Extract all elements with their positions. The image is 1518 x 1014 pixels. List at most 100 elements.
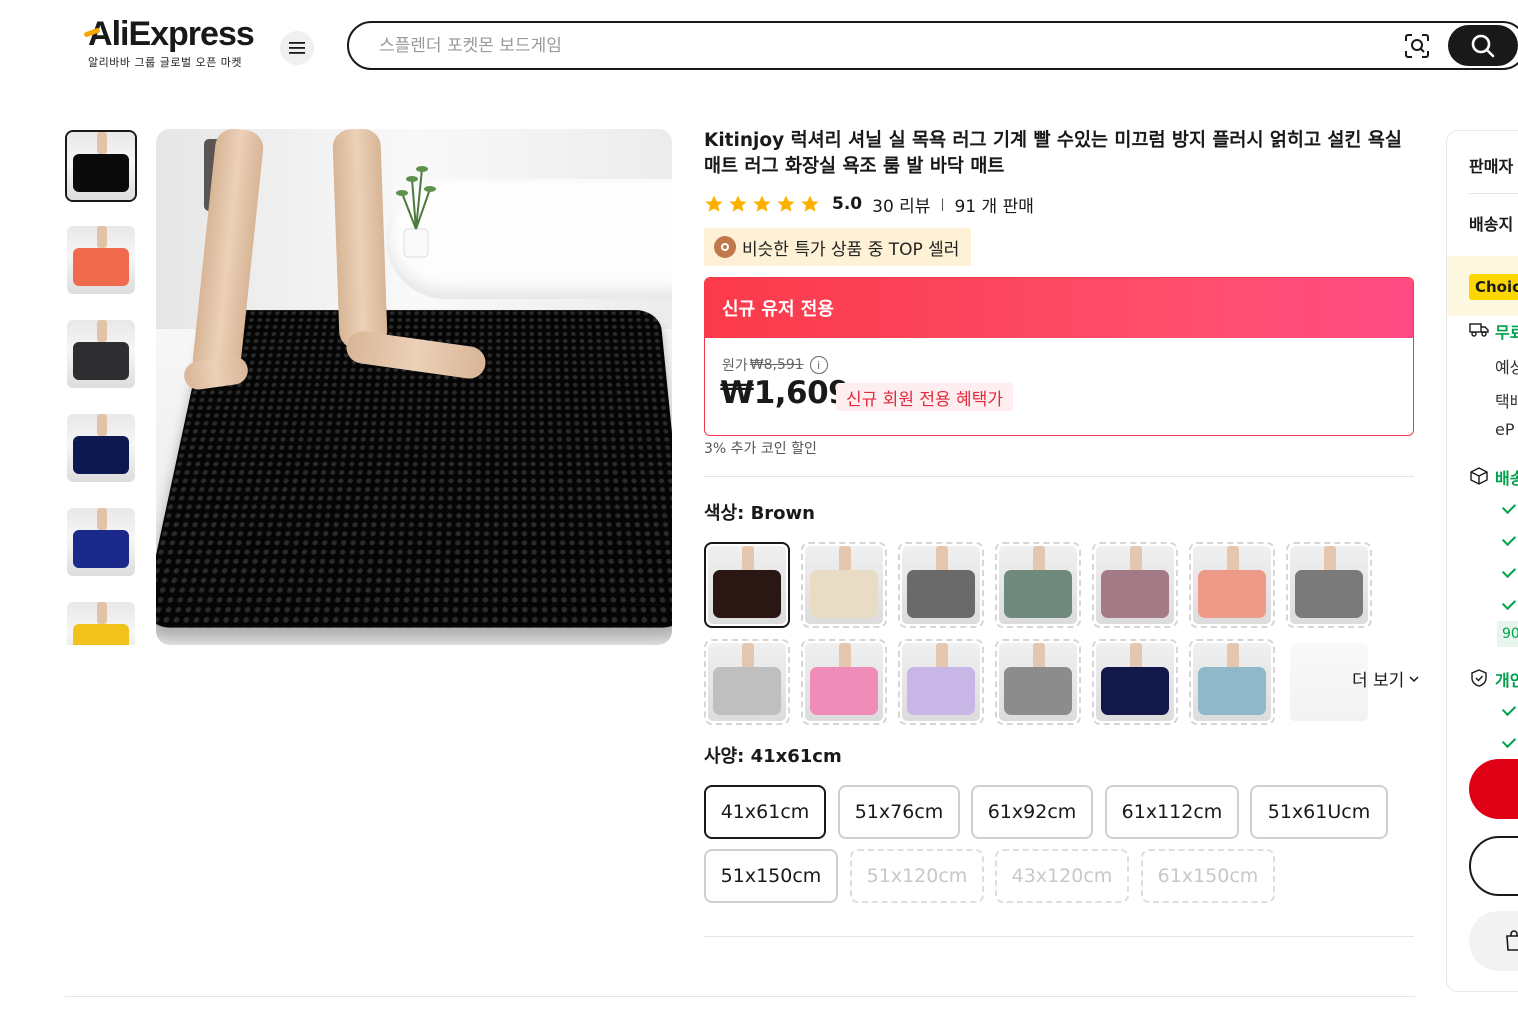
mat-graphic xyxy=(73,342,129,380)
mat-graphic xyxy=(73,624,129,645)
mat-graphic xyxy=(73,248,129,286)
mat-graphic xyxy=(1198,667,1266,715)
image-search-icon[interactable] xyxy=(1403,32,1431,60)
thumbnail-list xyxy=(65,130,139,645)
courier-text: 택배 xyxy=(1495,392,1518,411)
more-label: 더 보기 xyxy=(1352,671,1405,691)
color-swatch-11[interactable] xyxy=(995,639,1081,725)
thumbnail-2[interactable] xyxy=(65,224,137,296)
color-swatch-5[interactable] xyxy=(1092,542,1178,628)
mat-graphic xyxy=(73,530,129,568)
leg-graphic xyxy=(97,320,107,342)
mat-graphic xyxy=(810,667,878,715)
star-icon xyxy=(801,195,819,212)
top-seller-badge: 비슷한 특가 상품 중 TOP 셀러 xyxy=(704,228,972,266)
rating-stars xyxy=(704,194,820,214)
color-swatch-12[interactable] xyxy=(1092,639,1178,725)
color-swatch-8[interactable] xyxy=(704,639,790,725)
size-option-3[interactable]: 61x92cm xyxy=(971,785,1093,839)
size-option-label: 61x92cm xyxy=(987,801,1077,823)
leg-graphic-right xyxy=(332,129,388,350)
size-option-6[interactable]: 51x150cm xyxy=(704,849,838,903)
thumbnail-4[interactable] xyxy=(65,412,137,484)
logo-text: AliExpress xyxy=(83,15,258,53)
shield-icon xyxy=(1471,669,1487,687)
mat-graphic xyxy=(73,154,129,192)
size-option-label: 43x120cm xyxy=(1011,865,1113,887)
seller-row[interactable]: 판매자 xyxy=(1469,153,1513,177)
menu-button[interactable] xyxy=(280,31,314,65)
leg-graphic xyxy=(742,546,754,572)
search-input[interactable] xyxy=(379,23,1379,68)
star-icon xyxy=(753,195,771,212)
add-to-cart-button[interactable] xyxy=(1469,836,1518,896)
bottom-divider xyxy=(65,996,1415,997)
logo-accent: A xyxy=(83,15,113,53)
truck-icon xyxy=(1469,323,1489,337)
epacket-text: eP xyxy=(1495,420,1515,439)
thumbnail-3[interactable] xyxy=(65,318,137,390)
size-option-1[interactable]: 41x61cm xyxy=(704,785,826,839)
color-swatch-3[interactable] xyxy=(898,542,984,628)
aliexpress-logo[interactable]: AliExpress 알리바바 그룹 글로벌 오픈 마켓 xyxy=(83,15,258,70)
spec-label: 사양: 41x61cm xyxy=(704,746,842,767)
rating-value: 5.0 xyxy=(832,194,863,214)
star-icon xyxy=(777,195,795,212)
divider xyxy=(704,936,1414,937)
color-swatch-7[interactable] xyxy=(1286,542,1372,628)
mat-graphic xyxy=(1101,570,1169,618)
leg-graphic xyxy=(1033,643,1045,669)
leg-graphic xyxy=(97,226,107,248)
leg-graphic xyxy=(1130,643,1142,669)
size-option-9: 61x150cm xyxy=(1141,849,1275,903)
color-swatch-4[interactable] xyxy=(995,542,1081,628)
size-option-2[interactable]: 51x76cm xyxy=(838,785,960,839)
color-swatch-9[interactable] xyxy=(801,639,887,725)
size-option-label: 61x112cm xyxy=(1121,801,1223,823)
star-icon xyxy=(705,195,723,212)
main-product-image[interactable] xyxy=(156,129,672,645)
leg-graphic xyxy=(839,546,851,572)
buy-now-button[interactable] xyxy=(1469,759,1518,819)
delivery-badge: 90 xyxy=(1497,621,1518,647)
review-count[interactable]: 30 리뷰 xyxy=(872,192,930,217)
original-price: ₩8,591 xyxy=(749,357,804,373)
product-title: Kitinjoy 럭셔리 셔닐 실 목욕 러그 기계 빨 수있는 미끄럼 방지 … xyxy=(704,130,1402,177)
color-swatch-2[interactable] xyxy=(801,542,887,628)
coin-discount-note: 3% 추가 코인 할인 xyxy=(704,441,817,457)
leg-graphic xyxy=(936,643,948,669)
color-swatch-13[interactable] xyxy=(1189,639,1275,725)
size-option-4[interactable]: 61x112cm xyxy=(1105,785,1239,839)
leg-graphic xyxy=(1130,546,1142,572)
size-option-5[interactable]: 51x61Ucm xyxy=(1250,785,1388,839)
color-swatch-6[interactable] xyxy=(1189,542,1275,628)
estimated-delivery: 예상 xyxy=(1495,358,1518,377)
size-option-8: 43x120cm xyxy=(995,849,1129,903)
color-label: 색상: Brown xyxy=(704,503,815,524)
mat-graphic xyxy=(1101,667,1169,715)
wishlist-button[interactable] xyxy=(1469,911,1518,971)
hamburger-icon xyxy=(289,42,305,54)
check-icon xyxy=(1501,701,1517,717)
check-icon xyxy=(1501,595,1517,611)
thumbnail-1[interactable] xyxy=(65,130,137,202)
thumbnail-6[interactable] xyxy=(65,600,137,645)
more-colors-button[interactable]: 더 보기 xyxy=(1352,666,1420,691)
separator: | xyxy=(940,197,945,211)
check-icon xyxy=(1501,531,1517,547)
thumbnail-5[interactable] xyxy=(65,506,137,578)
color-swatch-10[interactable] xyxy=(898,639,984,725)
search-bar xyxy=(347,21,1518,70)
logo-subtitle: 알리바바 그룹 글로벌 오픈 마켓 xyxy=(88,56,243,69)
leg-graphic xyxy=(1324,546,1336,572)
size-option-label: 51x150cm xyxy=(720,865,822,887)
size-option-label: 51x120cm xyxy=(866,865,968,887)
search-button[interactable] xyxy=(1448,25,1518,66)
star-icon xyxy=(729,195,747,212)
ship-to-row[interactable]: 배송지 xyxy=(1469,211,1513,235)
top-seller-text: 비슷한 특가 상품 중 TOP 셀러 xyxy=(742,239,960,260)
info-icon[interactable]: i xyxy=(809,356,828,374)
mat-graphic xyxy=(907,570,975,618)
color-swatch-1[interactable] xyxy=(704,542,790,628)
side-divider xyxy=(1469,193,1518,194)
